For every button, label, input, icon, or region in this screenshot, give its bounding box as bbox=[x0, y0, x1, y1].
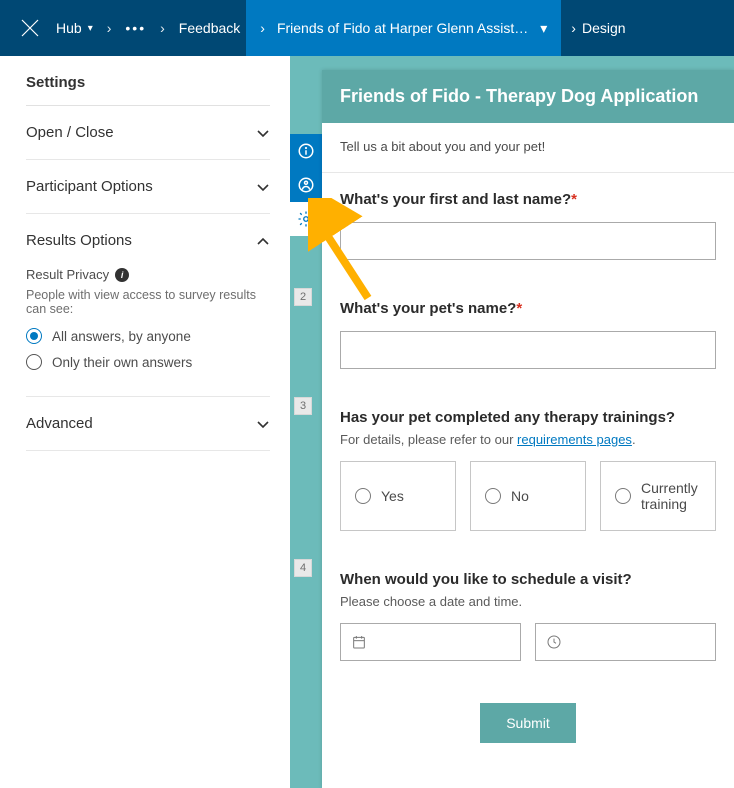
preview-area: Friends of Fido - Therapy Dog Applicatio… bbox=[290, 56, 734, 788]
choice-currently-training[interactable]: Currently training bbox=[600, 461, 716, 531]
section-label: Results Options bbox=[26, 232, 132, 249]
radio-icon bbox=[26, 328, 42, 344]
info-tab[interactable] bbox=[290, 134, 322, 168]
radio-icon bbox=[26, 354, 42, 370]
section-advanced: Advanced bbox=[26, 397, 270, 451]
chevron-down-icon bbox=[256, 126, 270, 140]
question-title: What's your first and last name? bbox=[340, 191, 571, 208]
vertical-tab-strip bbox=[290, 134, 322, 236]
time-input[interactable] bbox=[535, 623, 716, 661]
question-2: 2 What's your pet's name?* bbox=[322, 282, 734, 391]
caret-down-icon: ▾ bbox=[88, 23, 93, 34]
radio-all-answers[interactable]: All answers, by anyone bbox=[26, 328, 270, 344]
choice-yes[interactable]: Yes bbox=[340, 461, 456, 531]
form-title: Friends of Fido - Therapy Dog Applicatio… bbox=[322, 70, 734, 123]
pet-name-input[interactable] bbox=[340, 331, 716, 369]
chevron-right-icon: › bbox=[260, 20, 265, 36]
question-3: 3 Has your pet completed any therapy tra… bbox=[322, 391, 734, 553]
breadcrumb-hub-label: Hub bbox=[56, 20, 82, 36]
breadcrumb-hub[interactable]: Hub ▾ bbox=[50, 20, 99, 36]
close-icon[interactable] bbox=[10, 8, 50, 48]
choice-no[interactable]: No bbox=[470, 461, 586, 531]
radio-icon bbox=[355, 488, 371, 504]
calendar-icon bbox=[351, 634, 367, 650]
choice-label: Yes bbox=[381, 488, 404, 504]
section-participant-toggle[interactable]: Participant Options bbox=[26, 160, 270, 213]
result-privacy-label: Result Privacy bbox=[26, 267, 109, 282]
form-intro: Tell us a bit about you and your pet! bbox=[322, 123, 734, 173]
question-title: When would you like to schedule a visit? bbox=[340, 571, 716, 588]
settings-title: Settings bbox=[26, 74, 270, 106]
question-hint: Please choose a date and time. bbox=[340, 594, 716, 609]
breadcrumb-feedback[interactable]: Feedback bbox=[173, 20, 246, 36]
question-hint-prefix: For details, please refer to our bbox=[340, 432, 517, 447]
chevron-up-icon bbox=[256, 234, 270, 248]
info-icon[interactable]: i bbox=[115, 268, 129, 282]
required-marker: * bbox=[516, 300, 522, 317]
question-4: 4 When would you like to schedule a visi… bbox=[322, 553, 734, 683]
form-panel: Friends of Fido - Therapy Dog Applicatio… bbox=[322, 70, 734, 788]
chevron-right-icon: › bbox=[107, 20, 112, 36]
breadcrumb-active[interactable]: › Friends of Fido at Harper Glenn Assist… bbox=[246, 0, 561, 56]
radio-icon bbox=[485, 488, 501, 504]
section-results: Results Options Result Privacy i People … bbox=[26, 214, 270, 397]
section-label: Participant Options bbox=[26, 178, 153, 195]
settings-tab[interactable] bbox=[290, 202, 322, 236]
result-privacy-sub: People with view access to survey result… bbox=[26, 288, 270, 316]
settings-sidebar: Settings Open / Close Participant Option… bbox=[0, 56, 290, 788]
radio-label: Only their own answers bbox=[52, 355, 192, 370]
section-results-toggle[interactable]: Results Options bbox=[26, 214, 270, 267]
breadcrumb: Hub ▾ › ••• › Feedback bbox=[50, 20, 246, 36]
choice-label: Currently training bbox=[641, 480, 701, 512]
top-bar: Hub ▾ › ••• › Feedback › Friends of Fido… bbox=[0, 0, 734, 56]
requirements-link[interactable]: requirements pages bbox=[517, 432, 632, 447]
radio-label: All answers, by anyone bbox=[52, 329, 191, 344]
radio-icon bbox=[615, 488, 631, 504]
date-input[interactable] bbox=[340, 623, 521, 661]
chevron-right-icon: › bbox=[160, 20, 165, 36]
breadcrumb-active-label: Friends of Fido at Harper Glenn Assist… bbox=[277, 20, 528, 36]
question-number: 4 bbox=[294, 559, 312, 577]
caret-down-icon: ▾ bbox=[540, 20, 547, 37]
submit-button[interactable]: Submit bbox=[480, 703, 576, 743]
name-input[interactable] bbox=[340, 222, 716, 260]
section-results-body: Result Privacy i People with view access… bbox=[26, 267, 270, 396]
chevron-down-icon bbox=[256, 417, 270, 431]
section-open-close-toggle[interactable]: Open / Close bbox=[26, 106, 270, 159]
question-number: 3 bbox=[294, 397, 312, 415]
theme-tab[interactable] bbox=[290, 168, 322, 202]
section-label: Open / Close bbox=[26, 124, 114, 141]
section-label: Advanced bbox=[26, 415, 93, 432]
required-marker: * bbox=[571, 191, 577, 208]
section-participant: Participant Options bbox=[26, 160, 270, 214]
chevron-right-icon: › bbox=[571, 20, 576, 36]
choice-label: No bbox=[511, 488, 529, 504]
section-open-close: Open / Close bbox=[26, 106, 270, 160]
question-title: Has your pet completed any therapy train… bbox=[340, 409, 716, 426]
question-number: 2 bbox=[294, 288, 312, 306]
breadcrumb-design-label: Design bbox=[582, 20, 626, 36]
clock-icon bbox=[546, 634, 562, 650]
breadcrumb-ellipsis[interactable]: ••• bbox=[119, 20, 152, 36]
chevron-down-icon bbox=[256, 180, 270, 194]
question-1: What's your first and last name?* bbox=[322, 173, 734, 282]
radio-own-answers[interactable]: Only their own answers bbox=[26, 354, 270, 370]
breadcrumb-feedback-label: Feedback bbox=[179, 20, 240, 36]
breadcrumb-design[interactable]: › Design bbox=[561, 20, 635, 36]
question-title: What's your pet's name? bbox=[340, 300, 516, 317]
section-advanced-toggle[interactable]: Advanced bbox=[26, 397, 270, 450]
